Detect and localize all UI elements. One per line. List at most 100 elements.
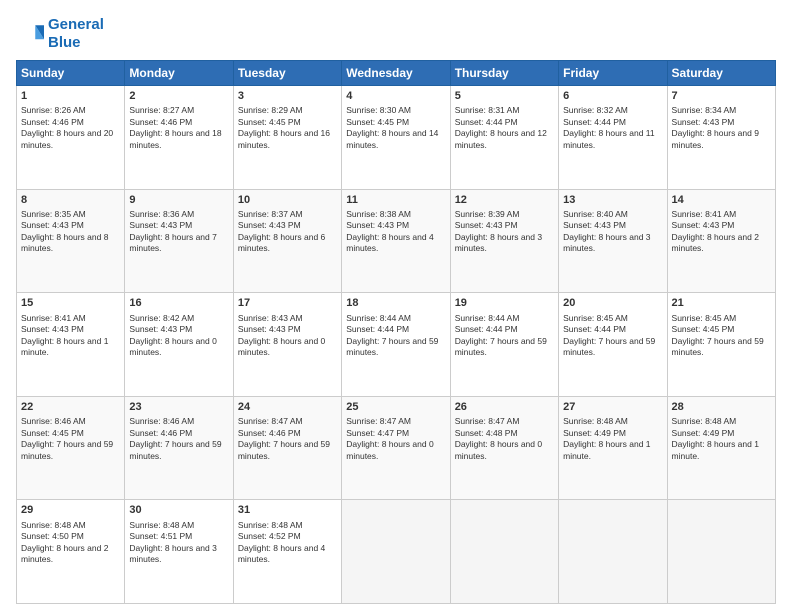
calendar-cell: 27Sunrise: 8:48 AMSunset: 4:49 PMDayligh…: [559, 396, 667, 500]
day-number: 1: [21, 89, 120, 104]
day-number: 20: [563, 296, 662, 311]
calendar-week-2: 8Sunrise: 8:35 AMSunset: 4:43 PMDaylight…: [17, 189, 776, 293]
day-number: 18: [346, 296, 445, 311]
calendar-cell: 20Sunrise: 8:45 AMSunset: 4:44 PMDayligh…: [559, 293, 667, 397]
calendar-cell: 15 Sunrise: 8:41 AMSunset: 4:43 PMDayligh…: [17, 293, 125, 397]
day-number: 9: [129, 193, 228, 208]
calendar-cell: 4Sunrise: 8:30 AMSunset: 4:45 PMDaylight…: [342, 86, 450, 190]
day-number: 21: [672, 296, 771, 311]
calendar-cell: 8Sunrise: 8:35 AMSunset: 4:43 PMDaylight…: [17, 189, 125, 293]
day-number: 5: [455, 89, 554, 104]
calendar-cell: 29Sunrise: 8:48 AMSunset: 4:50 PMDayligh…: [17, 500, 125, 604]
day-info: Sunrise: 8:45 AMSunset: 4:45 PMDaylight:…: [672, 313, 771, 359]
calendar-cell: 10Sunrise: 8:37 AMSunset: 4:43 PMDayligh…: [233, 189, 341, 293]
day-info: Sunrise: 8:32 AMSunset: 4:44 PMDaylight:…: [563, 105, 662, 151]
calendar-week-4: 22Sunrise: 8:46 AMSunset: 4:45 PMDayligh…: [17, 396, 776, 500]
day-info: Sunrise: 8:41 AMSunset: 4:43 PMDaylight:…: [672, 209, 771, 255]
day-info: Sunrise: 8:46 AMSunset: 4:45 PMDaylight:…: [21, 416, 120, 462]
day-info: Sunrise: 8:41 AMSunset: 4:43 PMDaylight:…: [21, 313, 120, 359]
day-info: Sunrise: 8:31 AMSunset: 4:44 PMDaylight:…: [455, 105, 554, 151]
day-number: 22: [21, 400, 120, 415]
day-info: Sunrise: 8:38 AMSunset: 4:43 PMDaylight:…: [346, 209, 445, 255]
calendar-cell: 25Sunrise: 8:47 AMSunset: 4:47 PMDayligh…: [342, 396, 450, 500]
calendar-header-thursday: Thursday: [450, 61, 558, 86]
day-number: 8: [21, 193, 120, 208]
day-info: Sunrise: 8:26 AMSunset: 4:46 PMDaylight:…: [21, 105, 120, 151]
calendar-cell: 22Sunrise: 8:46 AMSunset: 4:45 PMDayligh…: [17, 396, 125, 500]
calendar-header-row: SundayMondayTuesdayWednesdayThursdayFrid…: [17, 61, 776, 86]
day-number: 4: [346, 89, 445, 104]
day-number: 13: [563, 193, 662, 208]
day-info: Sunrise: 8:37 AMSunset: 4:43 PMDaylight:…: [238, 209, 337, 255]
day-number: 17: [238, 296, 337, 311]
calendar-cell: 11Sunrise: 8:38 AMSunset: 4:43 PMDayligh…: [342, 189, 450, 293]
day-info: Sunrise: 8:40 AMSunset: 4:43 PMDaylight:…: [563, 209, 662, 255]
calendar-cell: 9Sunrise: 8:36 AMSunset: 4:43 PMDaylight…: [125, 189, 233, 293]
day-number: 14: [672, 193, 771, 208]
logo: General Blue: [16, 16, 104, 52]
calendar-week-1: 1Sunrise: 8:26 AMSunset: 4:46 PMDaylight…: [17, 86, 776, 190]
day-number: 26: [455, 400, 554, 415]
calendar-cell: 26Sunrise: 8:47 AMSunset: 4:48 PMDayligh…: [450, 396, 558, 500]
day-number: 27: [563, 400, 662, 415]
page: General Blue SundayMondayTuesdayWednesda…: [0, 0, 792, 612]
calendar-cell: 18 Sunrise: 8:44 AMSunset: 4:44 PMDayligh…: [342, 293, 450, 397]
day-number: 29: [21, 503, 120, 518]
day-number: 12: [455, 193, 554, 208]
day-number: 31: [238, 503, 337, 518]
day-number: 15: [21, 296, 120, 311]
day-info: Sunrise: 8:48 AMSunset: 4:49 PMDaylight:…: [563, 416, 662, 462]
day-info: Sunrise: 8:48 AMSunset: 4:49 PMDaylight:…: [672, 416, 771, 462]
day-number: 6: [563, 89, 662, 104]
calendar-cell: 16 Sunrise: 8:42 AMSunset: 4:43 PMDayligh…: [125, 293, 233, 397]
calendar-cell: 17 Sunrise: 8:43 AMSunset: 4:43 PMDayligh…: [233, 293, 341, 397]
calendar-cell: 19Sunrise: 8:44 AMSunset: 4:44 PMDayligh…: [450, 293, 558, 397]
calendar-cell: 14Sunrise: 8:41 AMSunset: 4:43 PMDayligh…: [667, 189, 775, 293]
day-number: 23: [129, 400, 228, 415]
day-info: Sunrise: 8:48 AMSunset: 4:51 PMDaylight:…: [129, 520, 228, 566]
calendar-week-5: 29Sunrise: 8:48 AMSunset: 4:50 PMDayligh…: [17, 500, 776, 604]
day-info: Sunrise: 8:30 AMSunset: 4:45 PMDaylight:…: [346, 105, 445, 151]
calendar-header-sunday: Sunday: [17, 61, 125, 86]
day-info: Sunrise: 8:29 AMSunset: 4:45 PMDaylight:…: [238, 105, 337, 151]
calendar-cell: 31Sunrise: 8:48 AMSunset: 4:52 PMDayligh…: [233, 500, 341, 604]
calendar-header-monday: Monday: [125, 61, 233, 86]
day-info: Sunrise: 8:46 AMSunset: 4:46 PMDaylight:…: [129, 416, 228, 462]
calendar-cell: 6Sunrise: 8:32 AMSunset: 4:44 PMDaylight…: [559, 86, 667, 190]
day-info: Sunrise: 8:36 AMSunset: 4:43 PMDaylight:…: [129, 209, 228, 255]
calendar-cell: 5Sunrise: 8:31 AMSunset: 4:44 PMDaylight…: [450, 86, 558, 190]
day-number: 3: [238, 89, 337, 104]
calendar-cell: 3Sunrise: 8:29 AMSunset: 4:45 PMDaylight…: [233, 86, 341, 190]
day-number: 30: [129, 503, 228, 518]
calendar-header-friday: Friday: [559, 61, 667, 86]
day-number: 16: [129, 296, 228, 311]
calendar-cell: 1Sunrise: 8:26 AMSunset: 4:46 PMDaylight…: [17, 86, 125, 190]
logo-icon: [16, 20, 44, 48]
day-number: 25: [346, 400, 445, 415]
day-info: Sunrise: 8:44 AMSunset: 4:44 PMDaylight:…: [455, 313, 554, 359]
day-number: 28: [672, 400, 771, 415]
day-info: Sunrise: 8:39 AMSunset: 4:43 PMDaylight:…: [455, 209, 554, 255]
day-number: 24: [238, 400, 337, 415]
day-info: Sunrise: 8:34 AMSunset: 4:43 PMDaylight:…: [672, 105, 771, 151]
day-info: Sunrise: 8:43 AMSunset: 4:43 PMDaylight:…: [238, 313, 337, 359]
calendar-header-wednesday: Wednesday: [342, 61, 450, 86]
day-info: Sunrise: 8:27 AMSunset: 4:46 PMDaylight:…: [129, 105, 228, 151]
calendar-table: SundayMondayTuesdayWednesdayThursdayFrid…: [16, 60, 776, 604]
day-info: Sunrise: 8:44 AMSunset: 4:44 PMDaylight:…: [346, 313, 445, 359]
calendar-cell: 24Sunrise: 8:47 AMSunset: 4:46 PMDayligh…: [233, 396, 341, 500]
calendar-cell: 13Sunrise: 8:40 AMSunset: 4:43 PMDayligh…: [559, 189, 667, 293]
day-number: 2: [129, 89, 228, 104]
day-number: 11: [346, 193, 445, 208]
calendar-week-3: 15 Sunrise: 8:41 AMSunset: 4:43 PMDayligh…: [17, 293, 776, 397]
calendar-cell: 12Sunrise: 8:39 AMSunset: 4:43 PMDayligh…: [450, 189, 558, 293]
day-info: Sunrise: 8:42 AMSunset: 4:43 PMDaylight:…: [129, 313, 228, 359]
calendar-cell: [342, 500, 450, 604]
calendar-cell: 2Sunrise: 8:27 AMSunset: 4:46 PMDaylight…: [125, 86, 233, 190]
logo-text: General Blue: [48, 16, 104, 52]
day-info: Sunrise: 8:35 AMSunset: 4:43 PMDaylight:…: [21, 209, 120, 255]
calendar-header-tuesday: Tuesday: [233, 61, 341, 86]
calendar-cell: 30 Sunrise: 8:48 AMSunset: 4:51 PMDayligh…: [125, 500, 233, 604]
calendar-cell: 28Sunrise: 8:48 AMSunset: 4:49 PMDayligh…: [667, 396, 775, 500]
calendar-cell: 21 Sunrise: 8:45 AMSunset: 4:45 PMDayligh…: [667, 293, 775, 397]
